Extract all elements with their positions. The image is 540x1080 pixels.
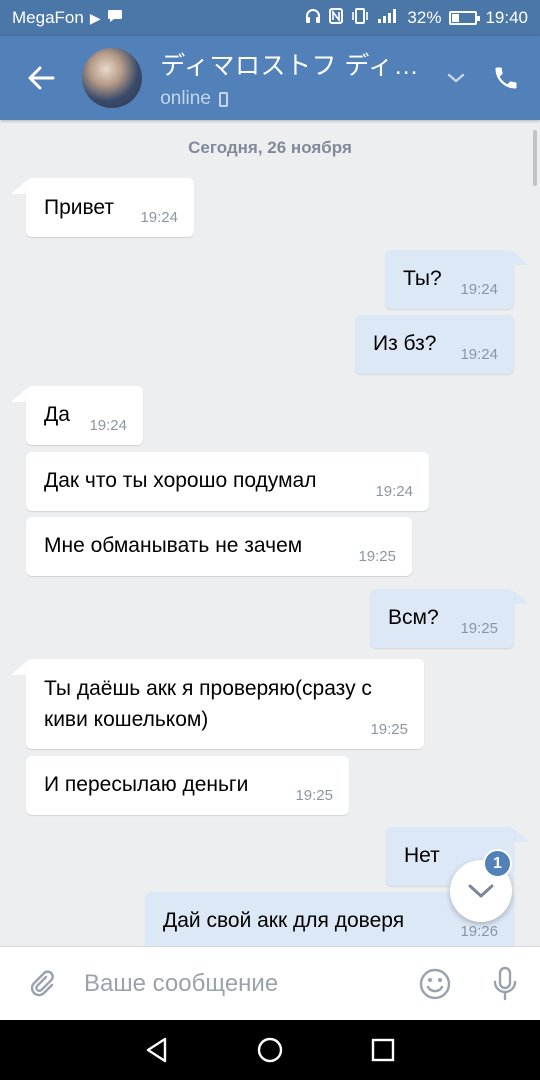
message-time: 19:25 (460, 620, 498, 637)
back-button[interactable] (0, 36, 82, 120)
message-bubble-outgoing[interactable]: Из бз? 19:24 (355, 315, 514, 374)
bubble-tail (11, 661, 27, 675)
battery-icon (449, 11, 481, 25)
message-bubble-incoming[interactable]: Да 19:24 (26, 386, 143, 445)
scrollbar[interactable] (533, 130, 537, 186)
date-separator: Сегодня, 26 ноября (188, 138, 352, 157)
message-text: Всм? (388, 606, 439, 629)
message-time: 19:26 (460, 923, 498, 940)
message-bubble-outgoing[interactable]: Всм? 19:25 (370, 589, 514, 648)
message-time: 19:24 (89, 417, 127, 434)
vibrate-icon (351, 7, 369, 29)
message-bubble-incoming[interactable]: Ты даёшь акк я проверяю(сразу с киви кош… (26, 659, 424, 749)
message-bubble-incoming[interactable]: Привет 19:24 (26, 178, 194, 237)
message-text: Мне обманывать не зачем (44, 534, 303, 557)
nav-back-button[interactable] (132, 1025, 182, 1075)
call-button[interactable] (472, 36, 540, 120)
chat-header: ディマロストフ ディマ... online (0, 36, 540, 120)
play-icon: ▶ (89, 10, 101, 26)
message-bubble-incoming[interactable]: Мне обманывать не зачем 19:25 (26, 517, 412, 576)
message-text: Ты? (403, 267, 442, 290)
message-text: Из бз? (373, 332, 437, 355)
message-bubble-outgoing[interactable]: Ты? 19:24 (385, 250, 514, 309)
microphone-icon (493, 966, 517, 1000)
battery-percent: 32% (407, 8, 442, 27)
message-text: Да (44, 403, 70, 426)
bubble-tail (11, 388, 27, 402)
system-navigation-bar (0, 1020, 540, 1080)
nfc-icon (329, 7, 344, 29)
chevron-down-button[interactable] (440, 36, 471, 120)
signal-icon (377, 8, 399, 29)
message-time: 19:25 (358, 548, 396, 565)
message-text: Ты даёшь акк я проверяю(сразу с киви кош… (44, 677, 372, 731)
status-left: MegaFon ▶ (12, 8, 123, 28)
bubble-tail (513, 828, 529, 842)
message-time: 19:24 (140, 209, 178, 226)
message-input[interactable] (84, 958, 394, 1009)
message-text: Привет (44, 196, 115, 219)
nav-home-button[interactable] (245, 1025, 295, 1075)
message-text: Нет (404, 844, 440, 867)
mobile-device-icon (218, 91, 228, 107)
message-icon (107, 8, 123, 28)
nav-recents-button[interactable] (358, 1025, 408, 1075)
unread-count-badge: 1 (483, 849, 512, 878)
emoji-icon (419, 968, 451, 999)
headphones-icon (305, 8, 321, 29)
voice-message-button[interactable] (470, 947, 540, 1021)
carrier-name: MegaFon (12, 8, 84, 27)
message-text: Дак что ты хорошо подумал (44, 469, 317, 492)
status-right: 32% 19:40 (305, 7, 528, 29)
chevron-down-icon (468, 884, 494, 898)
message-bubble-incoming[interactable]: И пересылаю деньги 19:25 (26, 756, 349, 815)
bubble-tail (513, 251, 529, 265)
message-list[interactable]: Сегодня, 26 ноября Привет 19:24 Ты? 19:2… (0, 120, 540, 946)
contact-name: ディマロストフ ディマ... (160, 52, 441, 80)
contact-status: online (160, 88, 211, 109)
battery-level (452, 14, 460, 22)
back-arrow-icon (28, 66, 55, 90)
message-time: 19:25 (295, 787, 333, 804)
status-time: 19:40 (485, 8, 528, 27)
message-time: 19:25 (370, 721, 408, 738)
attach-button[interactable] (0, 947, 84, 1021)
nav-back-icon (146, 1037, 166, 1063)
nav-recents-icon (372, 1038, 395, 1062)
bubble-tail (513, 590, 529, 604)
contact-info[interactable]: ディマロストフ ディマ... online (160, 46, 440, 110)
emoji-button[interactable] (400, 947, 470, 1021)
message-time: 19:24 (460, 281, 498, 298)
composer (0, 946, 540, 1020)
message-time: 19:24 (460, 346, 498, 363)
message-text: И пересылаю деньги (44, 773, 249, 796)
status-bar: MegaFon ▶ 32% 19:40 (0, 0, 540, 36)
phone-icon (495, 67, 517, 89)
message-text: Дай свой акк для доверя (163, 909, 405, 932)
avatar[interactable] (82, 48, 143, 108)
message-time: 19:24 (375, 483, 413, 500)
bubble-tail (11, 180, 27, 194)
paperclip-icon (30, 969, 54, 996)
chevron-down-icon (447, 73, 465, 83)
nav-home-icon (257, 1037, 283, 1063)
contact-status-row: online (160, 88, 440, 110)
message-bubble-incoming[interactable]: Дак что ты хорошо подумал 19:24 (26, 452, 429, 511)
